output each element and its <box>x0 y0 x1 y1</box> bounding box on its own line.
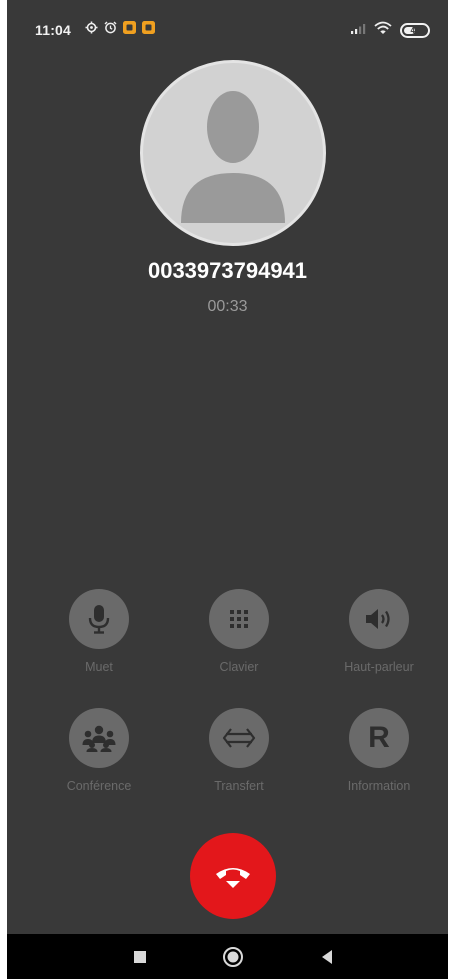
transfer-circle[interactable] <box>209 708 269 768</box>
status-time: 11:04 <box>35 22 72 38</box>
back-button[interactable] <box>297 934 357 979</box>
transfer-button[interactable]: Transfert <box>179 708 299 793</box>
home-button[interactable] <box>203 934 263 979</box>
information-circle[interactable]: R <box>349 708 409 768</box>
status-bar: 11:04 48 <box>7 0 448 52</box>
speaker-label: Haut-parleur <box>344 660 414 674</box>
information-icon: R <box>368 721 390 754</box>
recents-icon <box>134 950 146 963</box>
dialpad-icon <box>230 610 248 628</box>
conference-button[interactable]: Conférence <box>39 708 159 793</box>
caller-number: 0033973794941 <box>147 258 308 283</box>
information-button[interactable]: R Information <box>319 708 439 793</box>
dialpad-circle[interactable] <box>209 589 269 649</box>
settings-icon <box>85 21 98 34</box>
speaker-icon <box>366 609 390 629</box>
home-icon <box>223 946 243 967</box>
end-call-button[interactable] <box>190 833 276 919</box>
alarm-icon <box>104 21 117 34</box>
microphone-icon <box>88 605 110 634</box>
signal-icon <box>350 22 366 40</box>
mute-label: Muet <box>85 660 113 674</box>
phone-screen: 11:04 48 0033973794941 00:33 Muet Clavie… <box>7 0 448 979</box>
mute-button[interactable]: Muet <box>39 589 159 674</box>
battery-level: 48 <box>410 26 420 35</box>
navigation-bar <box>7 934 448 979</box>
conference-icon <box>82 725 116 752</box>
information-label: Information <box>347 779 411 793</box>
hang-up-icon <box>216 868 250 888</box>
speaker-circle[interactable] <box>349 589 409 649</box>
conference-circle[interactable] <box>69 708 129 768</box>
dialpad-button[interactable]: Clavier <box>179 589 299 674</box>
dialpad-label: Clavier <box>219 660 259 674</box>
app-notification-icon <box>123 21 136 34</box>
transfer-icon <box>222 728 256 748</box>
back-icon <box>322 949 332 964</box>
battery-icon: 48 <box>400 23 430 38</box>
mute-circle[interactable] <box>69 589 129 649</box>
transfer-label: Transfert <box>214 779 264 793</box>
notification-icons <box>85 21 155 34</box>
contact-avatar <box>140 60 326 246</box>
system-icons: 48 <box>350 21 430 40</box>
conference-label: Conférence <box>66 779 132 793</box>
wifi-icon <box>374 21 392 40</box>
app-notification-icon <box>142 21 155 34</box>
speaker-button[interactable]: Haut-parleur <box>319 589 439 674</box>
person-silhouette-icon <box>181 91 285 223</box>
recents-button[interactable] <box>110 934 170 979</box>
call-duration: 00:33 <box>207 298 248 315</box>
